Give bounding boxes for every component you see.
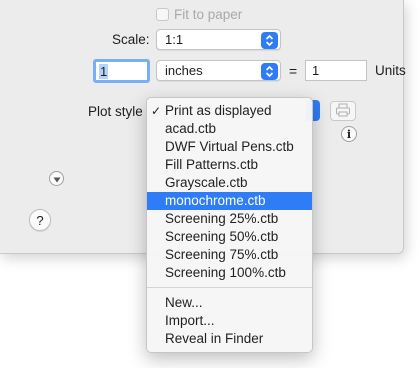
menu-item-label: Import... bbox=[165, 313, 215, 328]
scale-value: 1:1 bbox=[165, 32, 184, 47]
menu-item-label: monochrome.ctb bbox=[165, 193, 266, 208]
menu-item-label: Fill Patterns.ctb bbox=[165, 157, 259, 172]
scale-right-value: 1 bbox=[312, 63, 320, 78]
menu-separator bbox=[147, 287, 312, 288]
menu-item-print-as-displayed[interactable]: ✓ Print as displayed bbox=[147, 102, 312, 120]
menu-item-label: Screening 75%.ctb bbox=[165, 247, 279, 262]
checkmark-icon: ✓ bbox=[151, 104, 162, 118]
menu-item-screening-50[interactable]: Screening 50%.ctb bbox=[147, 228, 312, 246]
scale-select[interactable]: 1:1 bbox=[156, 29, 281, 50]
menu-item-grayscale[interactable]: Grayscale.ctb bbox=[147, 174, 312, 192]
scale-right-input[interactable]: 1 bbox=[305, 60, 367, 81]
menu-item-label: Screening 25%.ctb bbox=[165, 211, 279, 226]
scale-left-input[interactable]: 1 bbox=[93, 59, 150, 83]
menu-item-label: Screening 100%.ctb bbox=[165, 265, 286, 280]
fit-to-paper-label: Fit to paper bbox=[174, 7, 243, 22]
info-button[interactable]: i bbox=[341, 126, 357, 142]
chevron-down-icon bbox=[53, 171, 61, 186]
menu-item-new[interactable]: New... bbox=[147, 294, 312, 312]
scale-label: Scale: bbox=[112, 32, 150, 47]
menu-item-label: New... bbox=[165, 295, 203, 310]
menu-item-label: Reveal in Finder bbox=[165, 331, 264, 346]
equals-sign: = bbox=[289, 63, 298, 79]
menu-item-screening-75[interactable]: Screening 75%.ctb bbox=[147, 246, 312, 264]
menu-item-label: DWF Virtual Pens.ctb bbox=[165, 139, 294, 154]
menu-item-label: Print as displayed bbox=[165, 103, 272, 118]
menu-item-label: Grayscale.ctb bbox=[165, 175, 248, 190]
plot-style-menu: ✓ Print as displayed acad.ctb DWF Virtua… bbox=[146, 97, 313, 353]
menu-item-dwf-virtual-pens[interactable]: DWF Virtual Pens.ctb bbox=[147, 138, 312, 156]
units-label: Units bbox=[375, 63, 406, 78]
menu-item-label: acad.ctb bbox=[165, 121, 217, 136]
menu-item-screening-25[interactable]: Screening 25%.ctb bbox=[147, 210, 312, 228]
scale-stepper-icon bbox=[261, 32, 278, 49]
edit-plot-style-button[interactable] bbox=[330, 101, 356, 121]
plot-style-label: Plot style bbox=[88, 104, 143, 119]
fit-to-paper-checkbox[interactable] bbox=[156, 8, 169, 21]
menu-item-label: Screening 50%.ctb bbox=[165, 229, 279, 244]
printer-edit-icon bbox=[335, 103, 351, 120]
unit-stepper-icon bbox=[261, 63, 278, 80]
menu-item-acad-ctb[interactable]: acad.ctb bbox=[147, 120, 312, 138]
disclosure-button[interactable] bbox=[49, 171, 64, 186]
menu-item-screening-100[interactable]: Screening 100%.ctb bbox=[147, 264, 312, 282]
menu-item-monochrome[interactable]: monochrome.ctb bbox=[147, 192, 312, 210]
info-icon: i bbox=[346, 127, 352, 141]
unit-value: inches bbox=[165, 63, 203, 78]
help-button[interactable]: ? bbox=[29, 209, 51, 231]
menu-item-import[interactable]: Import... bbox=[147, 312, 312, 330]
menu-item-reveal-in-finder[interactable]: Reveal in Finder bbox=[147, 330, 312, 348]
scale-left-value: 1 bbox=[99, 63, 109, 79]
menu-item-fill-patterns[interactable]: Fill Patterns.ctb bbox=[147, 156, 312, 174]
help-icon: ? bbox=[36, 212, 44, 228]
unit-select[interactable]: inches bbox=[156, 60, 281, 81]
